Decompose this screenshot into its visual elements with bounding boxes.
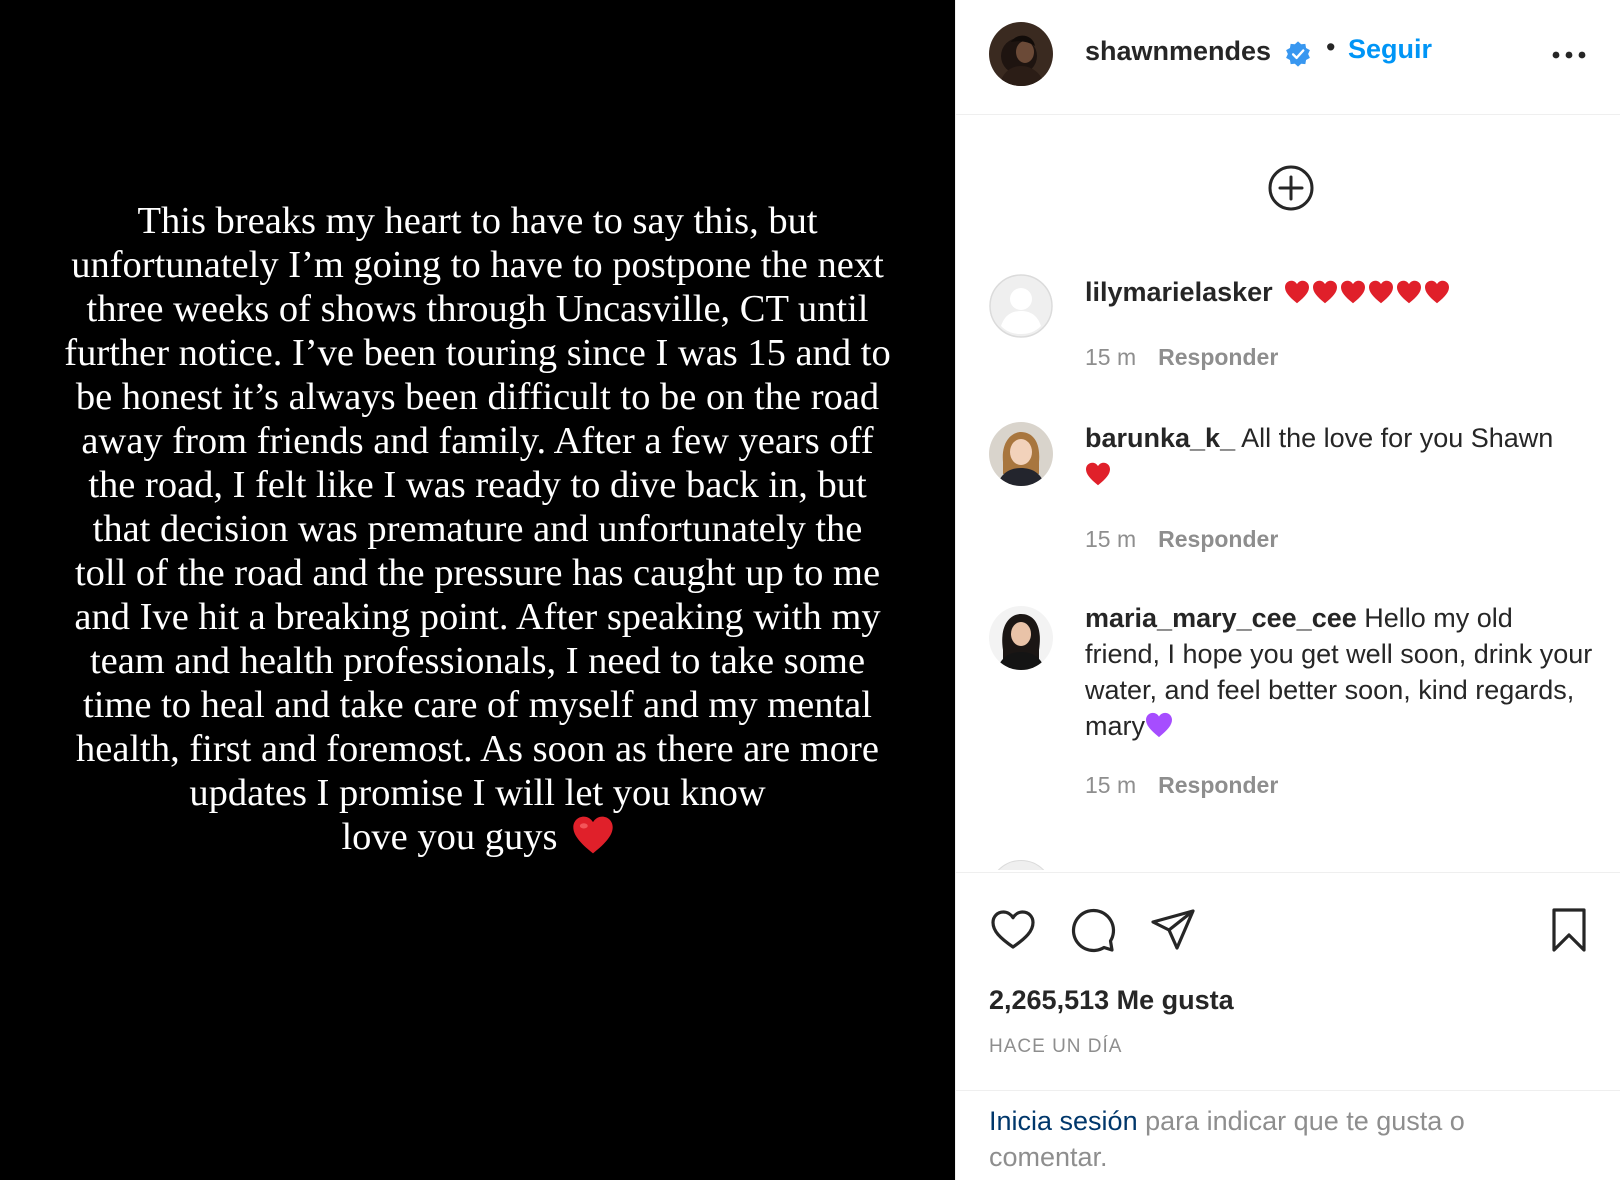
load-more-comments-icon[interactable]	[1267, 164, 1315, 212]
like-count[interactable]: 2,265,513 Me gusta	[989, 985, 1234, 1016]
red-heart-icon	[1397, 280, 1422, 304]
author-avatar[interactable]	[989, 22, 1053, 86]
purple-heart-icon	[1146, 712, 1172, 738]
comment-username[interactable]: barunka_k_	[1085, 423, 1235, 453]
post-text-line: This breaks my heart to have to say this…	[137, 200, 818, 242]
like-icon[interactable]	[989, 906, 1037, 954]
post-image: This breaks my heart to have to say this…	[0, 0, 955, 1180]
actions-divider	[956, 872, 1620, 873]
post-text-line: the road, I felt like I was ready to div…	[88, 464, 867, 506]
post-text-line: unfortunately I’m going to have to postp…	[71, 244, 884, 286]
comment-meta: 15 m Responder	[1085, 772, 1278, 799]
red-heart-icon	[1341, 280, 1366, 304]
red-heart-icon	[1285, 280, 1310, 304]
post-text-line: updates I promise I will let you know	[189, 772, 766, 814]
login-prompt: Inicia sesión para indicar que te gusta …	[956, 1090, 1620, 1180]
commenter-photo	[989, 422, 1053, 486]
post-text-line: and Ive hit a breaking point. After spea…	[74, 596, 881, 638]
post-text-line: team and health professionals, I need to…	[89, 640, 866, 682]
red-heart-icon	[1425, 280, 1450, 304]
reply-button[interactable]: Responder	[1158, 526, 1278, 552]
default-avatar-icon	[989, 274, 1053, 338]
comment-body: barunka_k_ All the love for you Shawn	[1085, 420, 1595, 492]
reply-button[interactable]: Responder	[1158, 772, 1278, 798]
post-text-line: health, first and foremost. As soon as t…	[76, 728, 879, 770]
post-header: shawnmendes • Seguir	[956, 0, 1620, 115]
comment-text: All the love for you Shawn	[1235, 423, 1554, 453]
save-icon[interactable]	[1545, 906, 1593, 954]
red-heart-icon	[1313, 280, 1338, 304]
red-hearts-emoji-group	[1284, 277, 1452, 307]
post-text-line: love you guys	[341, 816, 558, 858]
red-heart-icon	[572, 816, 613, 854]
share-icon[interactable]	[1149, 906, 1197, 954]
post-timestamp[interactable]: HACE UN DÍA	[989, 1036, 1122, 1058]
post-text-line: time to heal and take care of myself and…	[83, 684, 872, 726]
comment-body: lilymarielasker	[1085, 274, 1595, 310]
red-heart-icon	[1086, 462, 1110, 486]
author-username[interactable]: shawnmendes	[1085, 36, 1271, 67]
comment-body: maria_mary_cee_cee Hello my old friend, …	[1085, 600, 1595, 744]
commenter-photo	[989, 606, 1053, 670]
comment-time: 15 m	[1085, 344, 1137, 370]
reply-button[interactable]: Responder	[1158, 344, 1278, 370]
post-text-last-line: love you guys	[28, 815, 928, 859]
post-text-line: that decision was premature and unfortun…	[92, 508, 863, 550]
comment-icon[interactable]	[1069, 906, 1117, 954]
comment-meta: 15 m Responder	[1085, 526, 1278, 553]
red-heart-icon	[1369, 280, 1394, 304]
post-image-text: This breaks my heart to have to say this…	[28, 199, 928, 859]
commenter-avatar[interactable]	[989, 274, 1053, 338]
author-avatar-image	[989, 22, 1053, 86]
follow-button[interactable]: Seguir	[1348, 34, 1432, 65]
commenter-avatar[interactable]	[989, 860, 1053, 870]
commenter-avatar[interactable]	[989, 422, 1053, 486]
post-text-line: away from friends and family. After a fe…	[81, 420, 874, 462]
login-prompt-text: Inicia sesión para indicar que te gusta …	[989, 1103, 1589, 1175]
comments-list: lilymarielasker 15 m Responder barunka_k…	[956, 262, 1620, 870]
comment-username[interactable]: lilymarielasker	[1085, 277, 1273, 307]
login-link[interactable]: Inicia sesión	[989, 1106, 1138, 1136]
comment-meta: 15 m Responder	[1085, 344, 1278, 371]
post-text-line: three weeks of shows through Uncasville,…	[86, 288, 869, 330]
post-text-line: be honest it’s always been difficult to …	[75, 376, 880, 418]
more-options-icon[interactable]	[1551, 50, 1587, 60]
comment-time: 15 m	[1085, 526, 1137, 552]
header-separator: •	[1326, 32, 1336, 62]
comment-username[interactable]: maria_mary_cee_cee	[1085, 603, 1357, 633]
commenter-avatar[interactable]	[989, 606, 1053, 670]
post-text-line: toll of the road and the pressure has ca…	[74, 552, 881, 594]
post-side-panel: shawnmendes • Seguir lilymarielasker 15 …	[955, 0, 1620, 1180]
post-text-line: further notice. I’ve been touring since …	[64, 332, 891, 374]
verified-badge-icon	[1286, 41, 1310, 67]
comment-time: 15 m	[1085, 772, 1137, 798]
